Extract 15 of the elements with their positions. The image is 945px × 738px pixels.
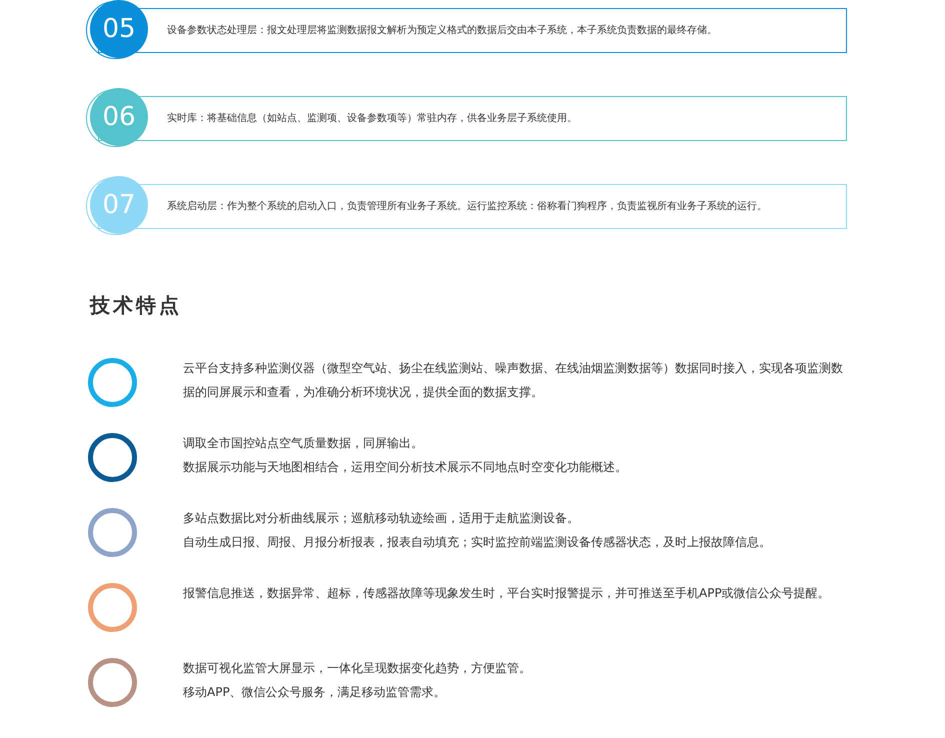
feature-text: 自动生成日报、周报、月报分析报表，报表自动填充；实时监控前端监测设备传感器状态，及时上报故障信息。	[183, 534, 772, 551]
layer-description: 实时库：将基础信息（如站点、监测项、设备参数项等）常驻内存，供各业务层子系统使用。	[167, 112, 577, 125]
feature-text: 多站点数据比对分析曲线展示；巡航移动轨迹绘画，适用于走航监测设备。	[183, 510, 580, 527]
feature-text: 调取全市国控站点空气质量数据，同屏输出。	[183, 435, 424, 452]
section-title: 技术特点	[90, 292, 183, 319]
feature-text: 移动APP、微信公众号服务，满足移动监管需求。	[183, 684, 447, 701]
feature-text: 数据展示功能与天地图相结合，运用空间分析技术展示不同地点时空变化功能概述。	[183, 459, 628, 476]
feature-text: 数据可视化监管大屏显示，一体化呈现数据变化趋势，方便监管。	[183, 660, 532, 677]
feature-text: 云平台支持多种监测仪器（微型空气站、扬尘在线监测站、噪声数据、在线油烟监测数据等）数据同时接入，实现各项监测数据的同屏展示和查看，为准确分析环境状况，提供全面的数据支撑。	[183, 360, 844, 401]
number-badge: 05	[90, 0, 148, 58]
layer-description: 系统启动层：作为整个系统的启动入口，负责管理所有业务子系统。运行监控系统：俗称看门狗程序，负责监视所有业务子系统的运行。	[167, 200, 767, 213]
number-badge: 06	[90, 88, 148, 146]
layer-description: 设备参数状态处理层：报文处理层将监测数据报文解析为预定义格式的数据后交由本子系统，本子系统负责数据的最终存储。	[167, 24, 717, 37]
number-badge: 07	[90, 176, 148, 234]
feature-text: 报警信息推送，数据异常、超标，传感器故障等现象发生时，平台实时报警提示，并可推送至手机APP或微信公众号提醒。	[183, 585, 831, 602]
